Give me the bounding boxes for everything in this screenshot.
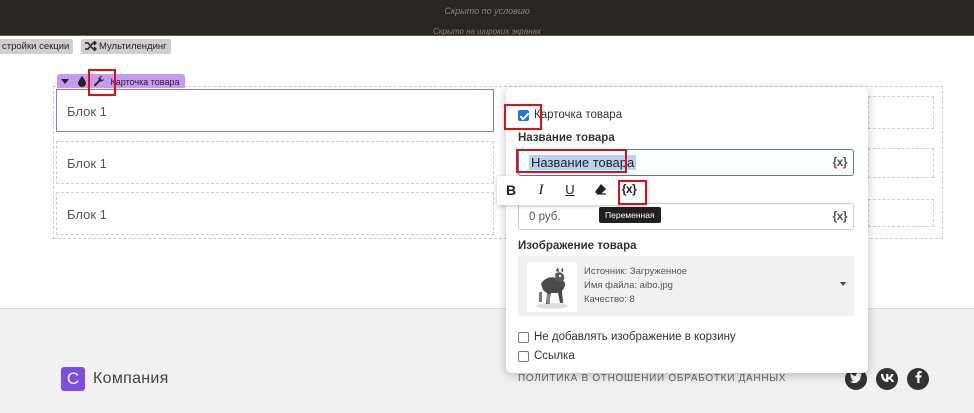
- right-block-1[interactable]: [868, 96, 934, 129]
- highlight-variable-button: [618, 180, 647, 205]
- image-source: Источник: Загруженное: [584, 266, 688, 277]
- facebook-icon[interactable]: [907, 368, 929, 390]
- section-toolbar-top: стройки секции Мультилендинг: [0, 39, 974, 54]
- company-logo: C: [61, 367, 85, 391]
- eraser-icon[interactable]: [592, 183, 608, 199]
- chevron-down-icon[interactable]: [840, 282, 846, 286]
- divider: [0, 35, 974, 36]
- highlight-wrench: [88, 69, 116, 96]
- vk-icon[interactable]: [876, 368, 898, 390]
- multilanding-label: Мультилендинг: [99, 41, 167, 52]
- underline-button[interactable]: U: [562, 182, 578, 197]
- section-settings-button[interactable]: стройки секции: [0, 39, 74, 54]
- right-block-3[interactable]: [868, 199, 934, 227]
- variable-tooltip: Переменная: [599, 207, 661, 223]
- link-label: Ссылка: [534, 350, 575, 362]
- multilanding-button[interactable]: Мультилендинг: [81, 39, 171, 54]
- product-name-heading: Название товара: [518, 132, 615, 144]
- company-name: Компания: [93, 370, 169, 387]
- highlight-name-input: [516, 149, 627, 173]
- no-cart-image-checkbox[interactable]: [518, 332, 529, 343]
- product-price-input[interactable]: 0 руб. {x}: [518, 203, 854, 230]
- variable-icon[interactable]: {x}: [832, 155, 847, 169]
- bold-button[interactable]: B: [503, 182, 519, 198]
- chevron-down-icon[interactable]: [61, 78, 69, 85]
- product-price-value: 0 руб.: [529, 211, 561, 223]
- variable-icon[interactable]: {x}: [832, 209, 847, 223]
- shuffle-icon: [85, 40, 97, 52]
- link-checkbox[interactable]: [518, 351, 529, 362]
- block-3[interactable]: Блок 1: [56, 192, 494, 235]
- product-card-tag[interactable]: Карточка товара: [57, 74, 186, 88]
- highlight-checkbox: [504, 104, 542, 130]
- product-image-thumbnail: [527, 262, 577, 312]
- right-block-2[interactable]: [868, 148, 934, 178]
- privacy-policy-link[interactable]: ПОЛИТИКА В ОТНОШЕНИИ ОБРАБОТКИ ДАННЫХ: [518, 373, 786, 384]
- product-card-tag-label: Карточка товара: [110, 76, 180, 87]
- image-quality: Качество: 8: [584, 294, 635, 305]
- hidden-section-bar: Скрыто по условию Скрыто на широких экра…: [0, 0, 974, 36]
- block-2[interactable]: Блок 1: [56, 141, 494, 184]
- hidden-by-condition-hint: Скрыто по условию: [444, 6, 530, 16]
- product-card-checkbox-label: Карточка товара: [534, 109, 623, 121]
- drop-icon[interactable]: [77, 76, 87, 88]
- no-cart-image-label: Не добавлять изображение в корзину: [534, 331, 736, 343]
- image-filename: Имя файла: aibo.jpg: [584, 280, 673, 291]
- block-1[interactable]: Блок 1: [56, 89, 494, 132]
- italic-button[interactable]: I: [533, 182, 549, 199]
- product-image-selector[interactable]: Источник: Загруженное Имя файла: aibo.jp…: [518, 256, 854, 316]
- product-image-heading: Изображение товара: [518, 240, 637, 252]
